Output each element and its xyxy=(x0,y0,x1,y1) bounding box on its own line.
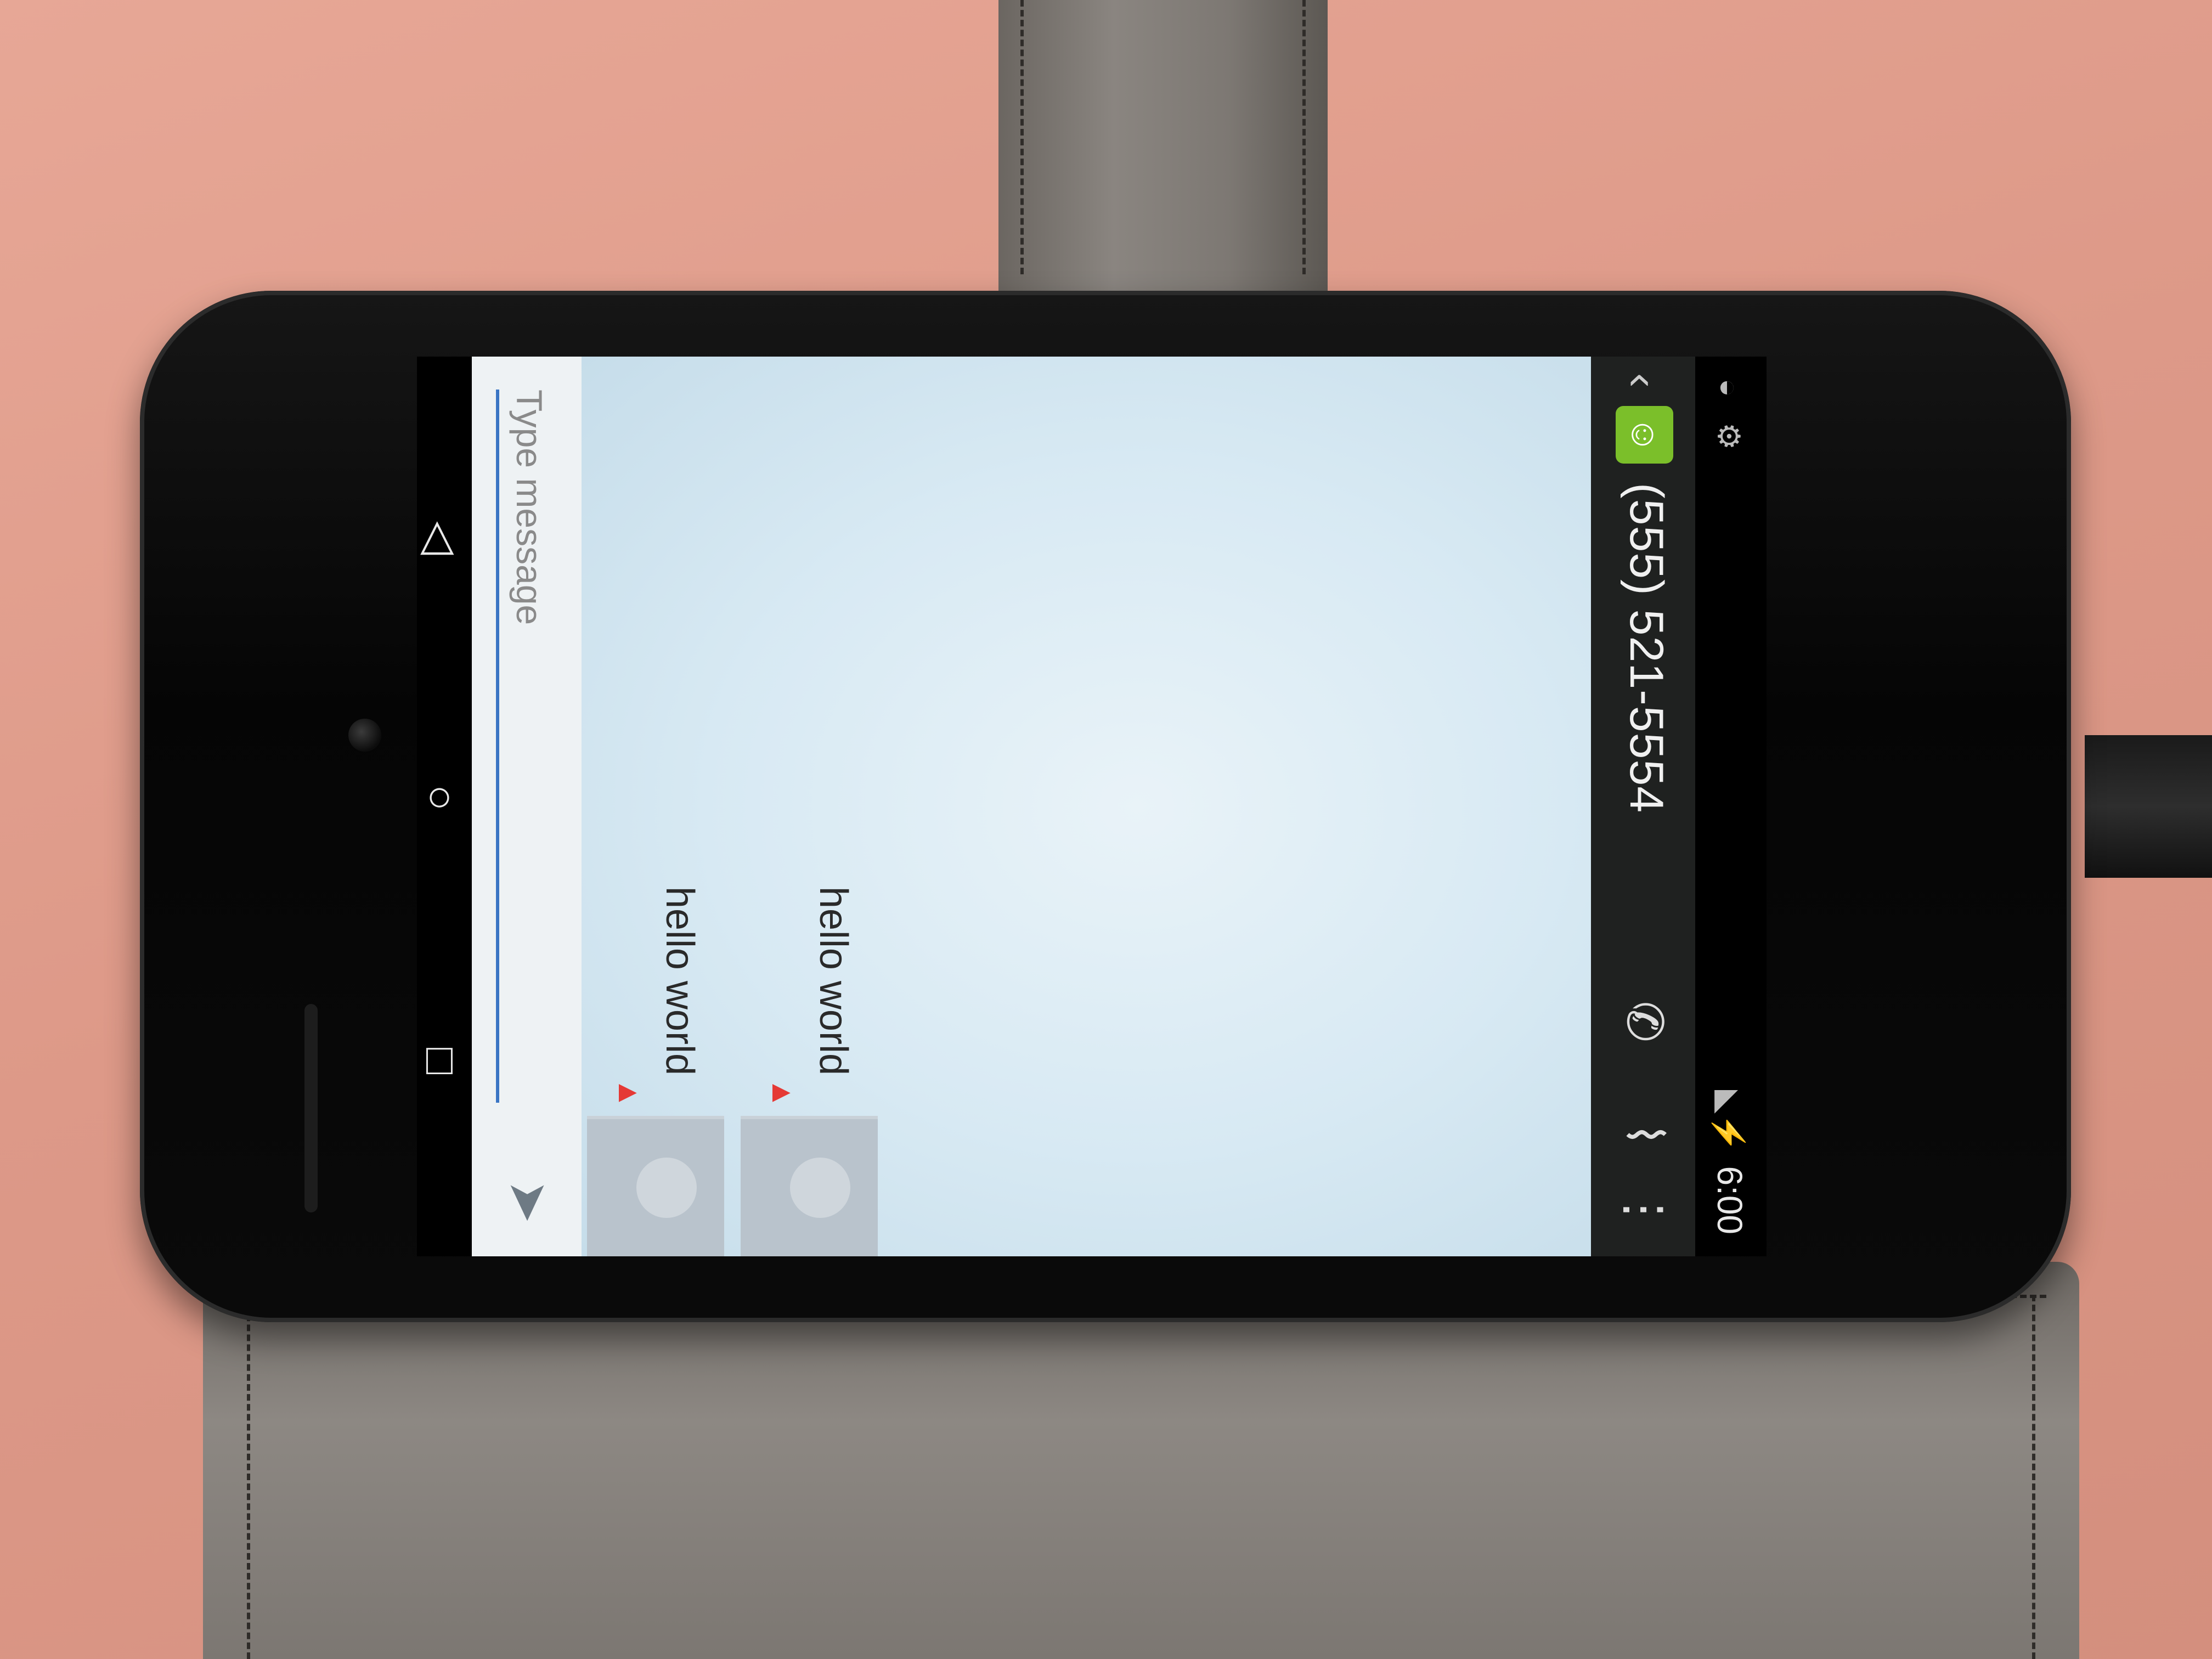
message-item[interactable]: hello world ▲ xyxy=(741,543,878,1256)
action-bar: ‹ ☺ (555) 521-5554 ✆ ⌇ ⋮ xyxy=(1591,357,1695,1256)
message-text: hello world xyxy=(658,886,702,1075)
message-text: hello world xyxy=(811,886,855,1075)
stitch-line xyxy=(1020,0,1024,274)
stitch-line xyxy=(2032,1295,2035,1659)
message-input[interactable]: Type message xyxy=(496,390,560,1103)
avatar-head xyxy=(636,1158,697,1218)
case-strap xyxy=(998,0,1328,307)
clock: 6:00 xyxy=(1710,1166,1750,1234)
recents-icon[interactable]: □ xyxy=(417,1048,466,1074)
error-icon: ▲ xyxy=(766,1077,800,1108)
back-icon[interactable]: ‹ xyxy=(1617,373,1668,388)
usb-cable xyxy=(2085,735,2212,878)
compose-bar: Type message ➤ xyxy=(472,357,582,1256)
paperclip-icon[interactable]: ⌇ xyxy=(1616,1122,1673,1147)
back-icon[interactable]: ◁ xyxy=(417,521,466,555)
message-list: hello world ▲ hello world ▲ xyxy=(582,357,1591,1256)
avatar xyxy=(587,1116,724,1256)
battery-charging-icon: ⚡ xyxy=(1712,1114,1746,1152)
error-icon: ▲ xyxy=(612,1077,647,1108)
photo-scene: ◒ ⚙ ◣ ⚡ 6:00 ‹ ☺ (555) 521-5554 ✆ ⌇ ⋮ he… xyxy=(0,0,2212,1659)
message-item[interactable]: hello world ▲ xyxy=(587,543,724,1256)
phone-icon[interactable]: ✆ xyxy=(1616,1001,1673,1042)
front-camera xyxy=(348,719,381,752)
home-icon[interactable]: ○ xyxy=(417,785,466,811)
notification-icon: ◒ xyxy=(1712,379,1746,397)
phone-screen: ◒ ⚙ ◣ ⚡ 6:00 ‹ ☺ (555) 521-5554 ✆ ⌇ ⋮ he… xyxy=(417,357,1767,1256)
send-icon[interactable]: ➤ xyxy=(498,1180,560,1223)
avatar xyxy=(741,1116,878,1256)
stitch-line xyxy=(247,1295,250,1659)
messaging-app-icon[interactable]: ☺ xyxy=(1616,406,1673,464)
stitch-line xyxy=(1302,0,1306,274)
debug-icon: ⚙ xyxy=(1712,422,1746,450)
status-bar: ◒ ⚙ ◣ ⚡ 6:00 xyxy=(1695,357,1767,1256)
contact-title: (555) 521-5554 xyxy=(1620,483,1673,814)
navigation-bar: ◁ ○ □ xyxy=(417,357,472,1256)
screen-content: ◒ ⚙ ◣ ⚡ 6:00 ‹ ☺ (555) 521-5554 ✆ ⌇ ⋮ he… xyxy=(417,357,1767,1256)
avatar-head xyxy=(790,1158,850,1218)
overflow-menu-icon[interactable]: ⋮ xyxy=(1616,1185,1673,1234)
speaker-slot xyxy=(304,1004,318,1212)
no-signal-icon: ◣ xyxy=(1712,1090,1746,1114)
